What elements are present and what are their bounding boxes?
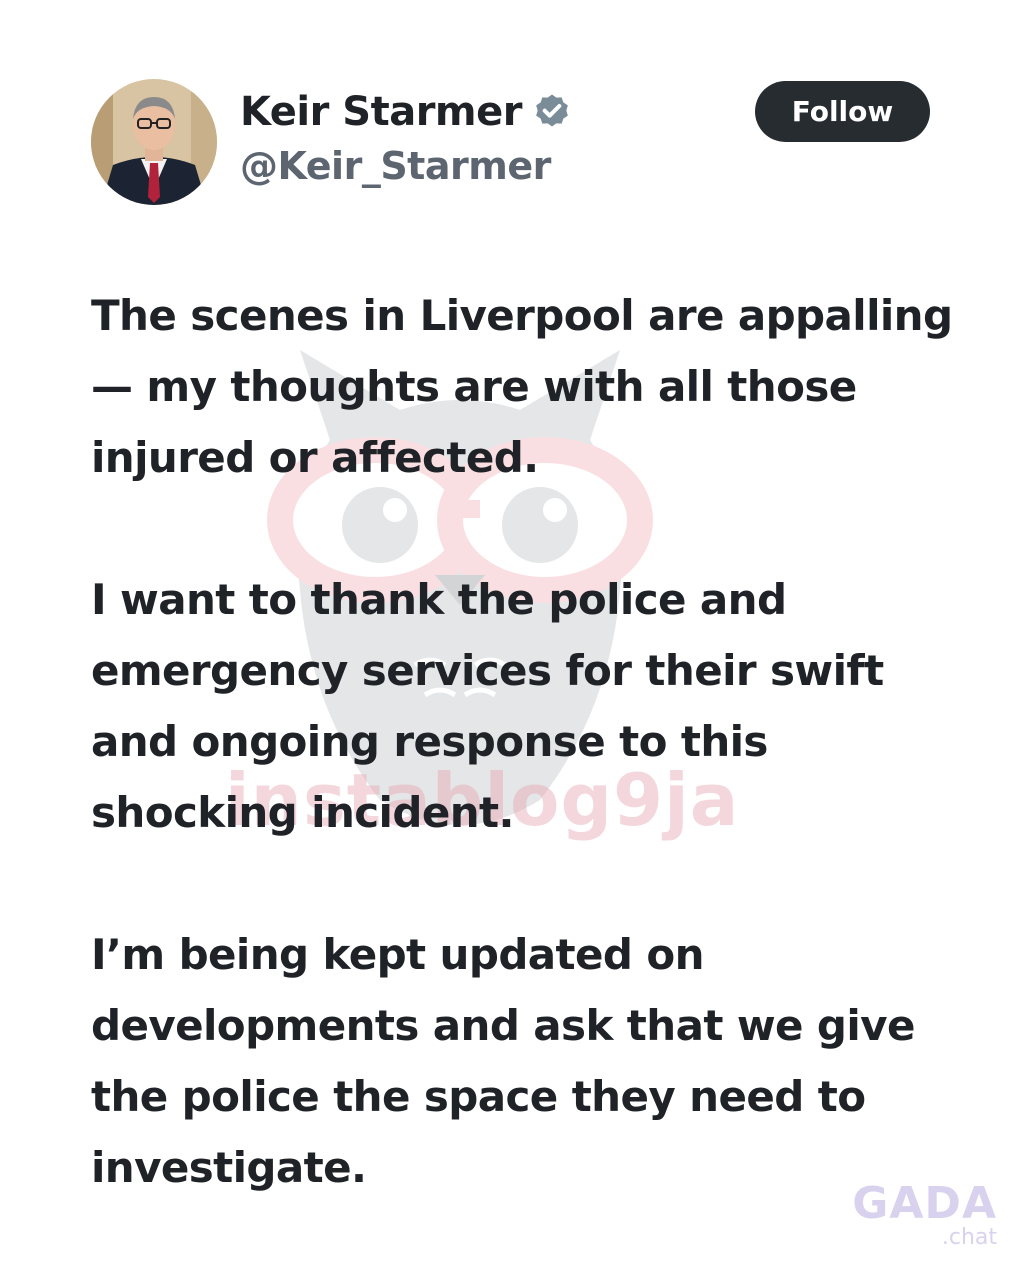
tweet-paragraph: The scenes in Liverpool are appalling — … [91,291,953,482]
site-logo-sub: .chat [941,1225,997,1250]
author-name-row: Keir Starmer [240,84,572,140]
avatar[interactable] [91,79,217,205]
author-display-name[interactable]: Keir Starmer [240,89,522,135]
follow-button[interactable]: Follow [755,81,930,142]
author-handle[interactable]: @Keir_Starmer [240,144,551,188]
person-portrait-avatar-icon [91,79,217,205]
tweet-paragraph: I’m being kept updated on developments a… [91,930,915,1192]
verified-badge-icon [536,94,568,127]
tweet-paragraph: I want to thank the police and emergency… [91,575,884,837]
tweet-body: The scenes in Liverpool are appalling — … [91,280,971,1203]
